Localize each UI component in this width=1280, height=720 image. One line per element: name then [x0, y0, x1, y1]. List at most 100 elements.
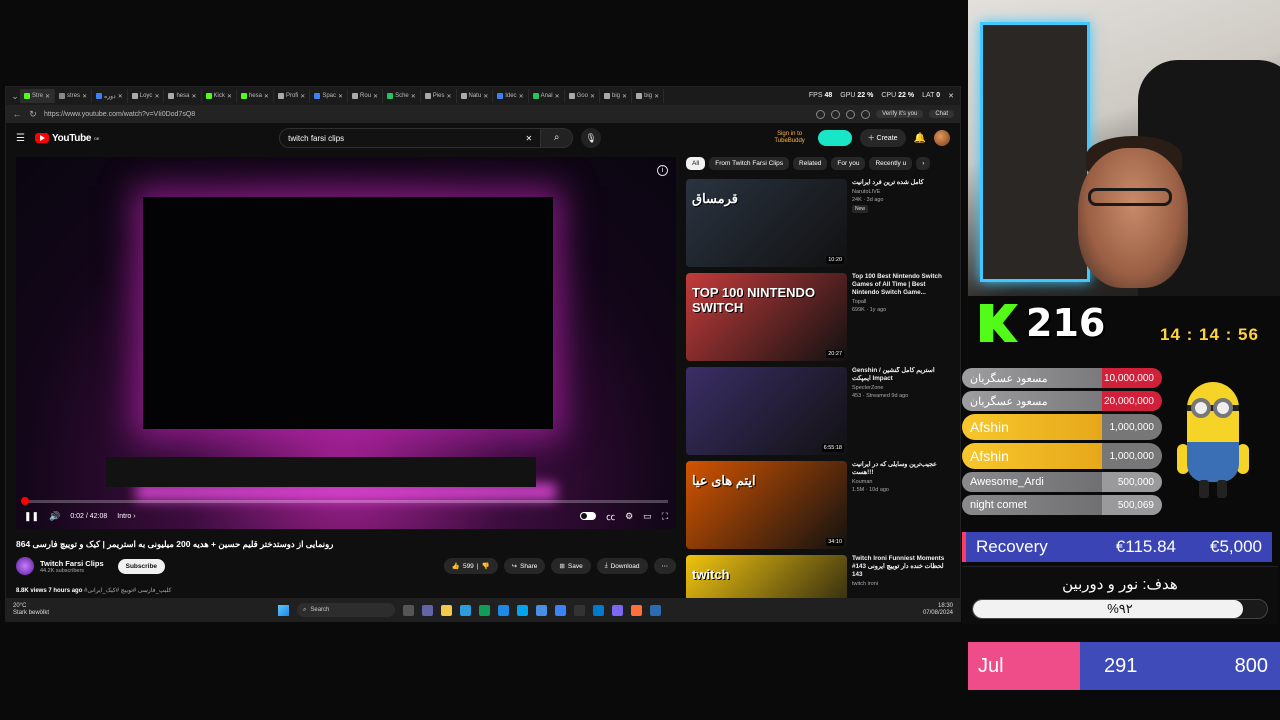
task-view-icon[interactable]: [403, 604, 414, 616]
video-thumbnail[interactable]: TOP 100 NINTENDO SWITCH 20:27: [686, 273, 847, 361]
tab-close-icon[interactable]: ✕: [338, 93, 343, 100]
tab-close-icon[interactable]: ✕: [154, 93, 159, 100]
create-button[interactable]: ＋ Create: [859, 129, 906, 147]
recommended-video[interactable]: TOP 100 NINTENDO SWITCH 20:27 Top 100 Best…: [686, 273, 948, 367]
recommended-video[interactable]: ایتم های عیا 34:10 عجیب‌ترین وسایلی که در …: [686, 461, 948, 555]
voice-search-icon[interactable]: 🎙: [581, 128, 602, 148]
like-button[interactable]: 👍 599 | 👎: [443, 558, 498, 574]
taskbar-search[interactable]: ⌕ Search: [297, 603, 395, 617]
browser-tab[interactable]: stres ✕: [55, 89, 93, 103]
notifications-bell-icon[interactable]: 🔔: [914, 133, 926, 144]
browser-tab[interactable]: Anal ✕: [529, 89, 565, 103]
search-button[interactable]: ⌕: [541, 128, 574, 148]
terminal-icon[interactable]: [574, 604, 585, 616]
browser-tab[interactable]: Kick ✕: [202, 89, 237, 103]
tab-close-icon[interactable]: ✕: [227, 93, 232, 100]
firefox-icon[interactable]: [631, 604, 642, 616]
url-field[interactable]: https://www.youtube.com/watch?v=VIi0Dod7…: [44, 111, 810, 118]
tubebuddy-signin[interactable]: Sign in to TubeBuddy: [770, 131, 810, 145]
chips-next-icon[interactable]: ›: [916, 157, 931, 170]
app-icon-sticky[interactable]: [555, 604, 566, 616]
video-thumbnail[interactable]: قرمساق 10:20: [686, 179, 847, 267]
vscode-icon[interactable]: [593, 604, 604, 616]
tab-close-icon[interactable]: ✕: [519, 93, 524, 100]
clear-search-icon[interactable]: ✕: [525, 134, 532, 143]
browser-tab[interactable]: big ✕: [600, 89, 633, 103]
filter-chip[interactable]: All: [686, 157, 706, 170]
volume-icon[interactable]: 🔊: [49, 511, 60, 522]
menu-icon[interactable]: ☰: [16, 133, 25, 144]
youtube-logo[interactable]: YouTube DE: [34, 133, 99, 144]
tab-close-icon[interactable]: ✕: [411, 93, 416, 100]
tab-close-icon[interactable]: ✕: [446, 93, 451, 100]
bookmark-star-icon[interactable]: [831, 109, 841, 119]
browser-tab[interactable]: Idec ✕: [493, 89, 529, 103]
edge-icon[interactable]: [479, 604, 490, 616]
tab-menu-chevron-icon[interactable]: ⌄: [10, 91, 20, 102]
discord-icon[interactable]: [612, 604, 623, 616]
pause-icon[interactable]: ❚❚: [24, 511, 39, 522]
description-row[interactable]: 8.8K views 7 hours ago #کلیپ_فارسی #تویی…: [16, 587, 676, 594]
filter-chip[interactable]: For you: [831, 157, 866, 170]
thumbs-down-icon[interactable]: 👎: [482, 562, 490, 570]
video-player[interactable]: i ❚❚ 🔊 0:02 / 42:08 Intro › ㏄ ⚙ ▭ ⛶: [16, 157, 676, 529]
channel-avatar[interactable]: [16, 557, 34, 575]
progress-bar[interactable]: [20, 497, 668, 505]
extension-icon[interactable]: [816, 109, 826, 119]
window-close-icon[interactable]: ✕: [948, 92, 954, 100]
tab-close-icon[interactable]: ✕: [622, 93, 627, 100]
browser-tab[interactable]: Profi ✕: [274, 89, 311, 103]
browser-tab[interactable]: hesa ✕: [237, 89, 274, 103]
browser-tab[interactable]: hesa ✕: [164, 89, 202, 103]
browser-tab[interactable]: Pies ✕: [421, 89, 457, 103]
browser-tab[interactable]: Natu ✕: [457, 89, 494, 103]
recommended-video[interactable]: 6:55:18 Genshin / استریم کامل گنشین ایمپک…: [686, 367, 948, 461]
refresh-extension-icon[interactable]: [846, 109, 856, 119]
theater-mode-icon[interactable]: ▭: [643, 511, 652, 522]
outlook-icon[interactable]: [498, 604, 509, 616]
file-explorer-icon[interactable]: [441, 604, 452, 616]
tab-close-icon[interactable]: ✕: [555, 93, 560, 100]
browser-tab[interactable]: Loyc ✕: [128, 89, 165, 103]
more-actions-icon[interactable]: ⋯: [653, 558, 676, 574]
account-avatar[interactable]: [934, 130, 950, 146]
video-thumbnail[interactable]: 6:55:18: [686, 367, 847, 455]
browser-tab[interactable]: Goo ✕: [565, 89, 601, 103]
autoplay-toggle[interactable]: [580, 512, 597, 520]
channel-name[interactable]: Twitch Farsi Clips: [40, 559, 104, 568]
tab-close-icon[interactable]: ✕: [654, 93, 659, 100]
browser-tab[interactable]: Sche ✕: [383, 89, 421, 103]
chapter-label[interactable]: Intro ›: [117, 513, 135, 520]
chat-button[interactable]: Chat: [929, 110, 954, 118]
progress-scrubber[interactable]: [20, 497, 29, 505]
calculator-icon[interactable]: [650, 604, 661, 616]
tab-close-icon[interactable]: ✕: [45, 93, 50, 100]
browser-tab[interactable]: Rou ✕: [348, 89, 384, 103]
windows-start-icon[interactable]: [278, 604, 289, 616]
filter-chip[interactable]: Recently u: [869, 157, 913, 170]
captions-icon[interactable]: ㏄: [606, 510, 615, 523]
recommended-video[interactable]: قرمساق 10:20 کامل شده ترین فرد ایرانیت Naru…: [686, 179, 948, 273]
tab-close-icon[interactable]: ✕: [590, 93, 595, 100]
tab-close-icon[interactable]: ✕: [373, 93, 378, 100]
share-button[interactable]: ↪ Share: [503, 558, 546, 574]
tubebuddy-icon[interactable]: [817, 130, 852, 146]
teams-icon[interactable]: [422, 604, 433, 616]
back-icon[interactable]: ←: [12, 109, 22, 119]
verify-button[interactable]: Verify it's you: [876, 110, 924, 118]
collections-icon[interactable]: [861, 109, 871, 119]
tab-close-icon[interactable]: ✕: [300, 93, 305, 100]
fullscreen-icon[interactable]: ⛶: [662, 511, 668, 522]
system-clock[interactable]: 18:30 07/08/2024: [923, 603, 953, 617]
browser-tab[interactable]: Spac ✕: [310, 89, 349, 103]
browser-tab[interactable]: دوره ✕: [92, 89, 128, 103]
filter-chip[interactable]: From Twitch Farsi Clips: [709, 157, 790, 170]
tab-close-icon[interactable]: ✕: [191, 93, 196, 100]
subscribe-button[interactable]: Subscribe: [117, 558, 166, 574]
tab-close-icon[interactable]: ✕: [82, 93, 87, 100]
settings-gear-icon[interactable]: ⚙: [625, 511, 633, 522]
weather-widget[interactable]: 20°C Stark bewölkt: [13, 603, 83, 617]
browser-tab[interactable]: big ✕: [632, 89, 665, 103]
browser-tab[interactable]: Stre ✕: [20, 89, 56, 103]
reload-icon[interactable]: ↻: [28, 109, 38, 120]
